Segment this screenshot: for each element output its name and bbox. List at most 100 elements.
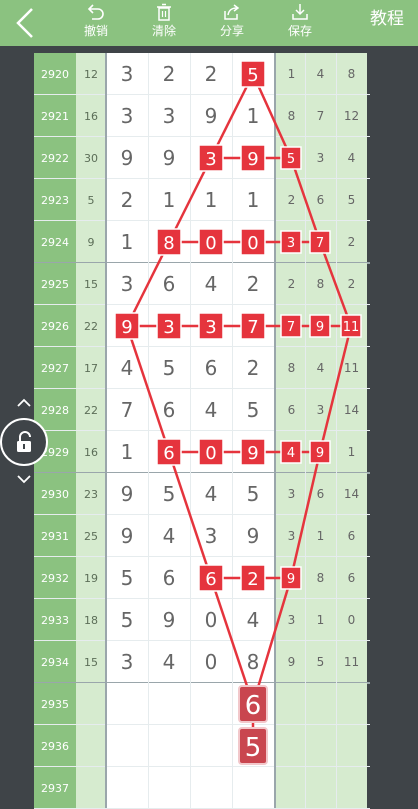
span-cell[interactable]: 7 (305, 221, 336, 263)
digit-cell[interactable]: 8 (232, 641, 274, 683)
digit-cell[interactable]: 3 (106, 95, 148, 137)
digit-cell[interactable]: 0 (190, 431, 232, 473)
digit-cell[interactable]: 0 (232, 221, 274, 263)
span-cell[interactable]: 11 (336, 641, 367, 683)
span-cell[interactable]: 14 (336, 473, 367, 515)
digit-cell[interactable]: 5 (148, 347, 190, 389)
digit-cell[interactable]: 9 (190, 95, 232, 137)
digit-cell[interactable]: 2 (148, 53, 190, 95)
span-cell[interactable]: 2 (276, 263, 307, 305)
digit-cell[interactable]: 8 (148, 221, 190, 263)
undo-button[interactable]: 撤销 (74, 2, 118, 44)
digit-cell[interactable]: 7 (106, 389, 148, 431)
span-cell[interactable] (305, 683, 336, 725)
span-cell[interactable]: 1 (305, 515, 336, 557)
digit-cell[interactable]: 9 (106, 473, 148, 515)
digit-cell[interactable]: 4 (148, 515, 190, 557)
digit-cell[interactable] (148, 683, 190, 725)
trend-grid[interactable]: 2920 12 3 2 2 5 1 4 8 2921 16 3 3 9 1 8 7 12 2922 30 9 9 3 9 5 3 4… (34, 53, 370, 809)
digit-cell[interactable] (148, 725, 190, 767)
span-cell[interactable]: 12 (336, 95, 367, 137)
digit-cell[interactable]: 3 (190, 305, 232, 347)
digit-cell[interactable] (190, 683, 232, 725)
span-cell[interactable]: 3 (276, 599, 307, 641)
span-cell[interactable]: 6 (336, 557, 367, 599)
span-cell[interactable]: 9 (305, 431, 336, 473)
span-cell[interactable] (336, 725, 367, 767)
span-cell[interactable]: 11 (336, 305, 367, 347)
span-cell[interactable] (336, 683, 367, 725)
tutorial-button[interactable]: 教程 (370, 8, 404, 30)
span-cell[interactable]: 4 (336, 137, 367, 179)
back-button[interactable] (10, 6, 42, 40)
digit-cell[interactable] (106, 683, 148, 725)
digit-cell[interactable]: 3 (106, 641, 148, 683)
span-cell[interactable]: 6 (305, 473, 336, 515)
span-cell[interactable]: 8 (305, 263, 336, 305)
span-cell[interactable]: 5 (305, 641, 336, 683)
digit-cell[interactable]: 2 (190, 53, 232, 95)
span-cell[interactable]: 5 (336, 179, 367, 221)
span-cell[interactable]: 11 (336, 347, 367, 389)
digit-cell[interactable]: 5 (106, 557, 148, 599)
digit-cell[interactable]: 5 (232, 389, 274, 431)
digit-cell[interactable] (106, 767, 148, 809)
digit-cell[interactable]: 3 (190, 515, 232, 557)
digit-cell[interactable]: 0 (190, 221, 232, 263)
digit-cell[interactable]: 1 (232, 95, 274, 137)
digit-cell[interactable]: 9 (232, 137, 274, 179)
digit-cell[interactable]: 5 (232, 53, 274, 95)
span-cell[interactable] (336, 767, 367, 809)
clear-button[interactable]: 清除 (142, 2, 186, 44)
digit-cell[interactable] (232, 725, 274, 767)
digit-cell[interactable] (190, 725, 232, 767)
span-cell[interactable]: 3 (276, 221, 307, 263)
span-cell[interactable]: 6 (336, 515, 367, 557)
digit-cell[interactable]: 2 (232, 557, 274, 599)
span-cell[interactable]: 8 (336, 53, 367, 95)
digit-cell[interactable]: 2 (106, 179, 148, 221)
span-cell[interactable]: 2 (336, 221, 367, 263)
digit-cell[interactable]: 3 (148, 95, 190, 137)
digit-cell[interactable]: 9 (148, 137, 190, 179)
share-button[interactable]: 分享 (210, 2, 254, 44)
digit-cell[interactable]: 6 (148, 263, 190, 305)
span-cell[interactable] (276, 725, 307, 767)
digit-cell[interactable] (232, 683, 274, 725)
span-cell[interactable]: 4 (305, 53, 336, 95)
digit-cell[interactable]: 6 (148, 389, 190, 431)
digit-cell[interactable]: 1 (148, 179, 190, 221)
span-cell[interactable]: 5 (276, 137, 307, 179)
digit-cell[interactable] (106, 725, 148, 767)
digit-cell[interactable]: 5 (232, 473, 274, 515)
digit-cell[interactable]: 0 (190, 641, 232, 683)
digit-cell[interactable]: 1 (106, 431, 148, 473)
digit-cell[interactable]: 6 (148, 557, 190, 599)
span-cell[interactable] (305, 725, 336, 767)
lock-button[interactable] (0, 418, 48, 466)
span-cell[interactable]: 7 (305, 95, 336, 137)
digit-cell[interactable]: 4 (106, 347, 148, 389)
digit-cell[interactable]: 6 (190, 557, 232, 599)
span-cell[interactable]: 3 (305, 389, 336, 431)
span-cell[interactable]: 6 (276, 389, 307, 431)
digit-cell[interactable]: 9 (106, 515, 148, 557)
digit-cell[interactable]: 4 (190, 263, 232, 305)
digit-cell[interactable]: 5 (148, 473, 190, 515)
digit-cell[interactable]: 2 (232, 263, 274, 305)
span-cell[interactable] (276, 767, 307, 809)
save-button[interactable]: 保存 (278, 2, 322, 44)
span-cell[interactable]: 8 (276, 347, 307, 389)
span-cell[interactable] (276, 683, 307, 725)
span-cell[interactable] (305, 767, 336, 809)
digit-cell[interactable] (232, 767, 274, 809)
span-cell[interactable]: 2 (336, 263, 367, 305)
digit-cell[interactable] (148, 767, 190, 809)
span-cell[interactable]: 8 (276, 95, 307, 137)
span-cell[interactable]: 1 (336, 431, 367, 473)
digit-cell[interactable]: 4 (148, 641, 190, 683)
digit-cell[interactable]: 4 (190, 473, 232, 515)
digit-cell[interactable]: 6 (190, 347, 232, 389)
span-cell[interactable]: 3 (276, 473, 307, 515)
span-cell[interactable]: 14 (336, 389, 367, 431)
